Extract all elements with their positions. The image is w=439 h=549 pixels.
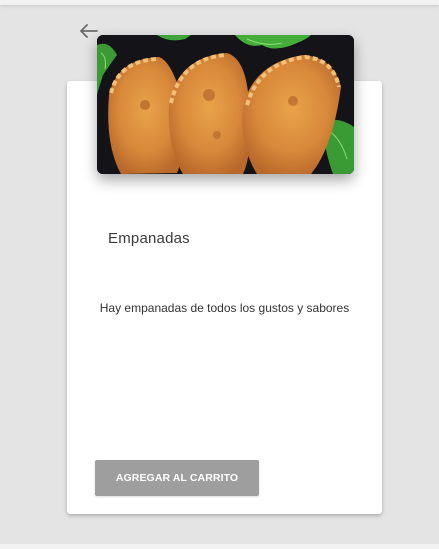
bottom-bar	[0, 544, 439, 549]
empanadas-photo	[97, 35, 354, 174]
product-description: Hay empanadas de todos los gustos y sabo…	[99, 301, 350, 315]
arrow-left-icon	[80, 24, 98, 38]
product-image	[97, 35, 354, 174]
add-to-cart-button[interactable]: AGREGAR AL CARRITO	[95, 460, 259, 496]
top-bar	[0, 0, 439, 5]
product-title: Empanadas	[108, 230, 190, 247]
